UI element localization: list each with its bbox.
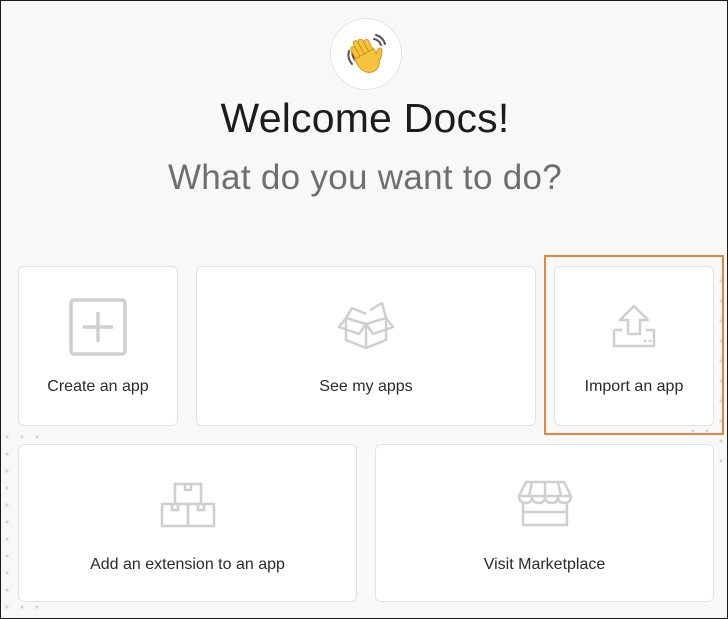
see-my-apps-label: See my apps [319, 378, 413, 395]
import-app-label: Import an app [584, 378, 684, 395]
upload-tray-icon [612, 304, 656, 348]
app-window: Welcome Docs! What do you want to do? Cr… [0, 0, 728, 619]
visit-marketplace-card[interactable]: Visit Marketplace [375, 444, 714, 602]
waving-hand-icon [347, 34, 386, 73]
add-extension-label: Add an extension to an app [90, 556, 285, 573]
plus-square-icon [69, 298, 127, 356]
create-app-card[interactable]: Create an app [18, 266, 178, 426]
create-app-label: Create an app [47, 378, 149, 395]
storefront-icon [517, 480, 572, 527]
stacked-boxes-icon [160, 482, 215, 528]
prompt-question: What do you want to do? [167, 158, 563, 197]
visit-marketplace-label: Visit Marketplace [483, 556, 606, 573]
welcome-heading: Welcome Docs! [220, 95, 510, 141]
import-app-card[interactable]: Import an app [554, 266, 714, 426]
see-my-apps-card[interactable]: See my apps [196, 266, 536, 426]
open-box-icon [337, 301, 395, 350]
add-extension-card[interactable]: Add an extension to an app [18, 444, 357, 602]
waving-hand-avatar [330, 18, 402, 90]
